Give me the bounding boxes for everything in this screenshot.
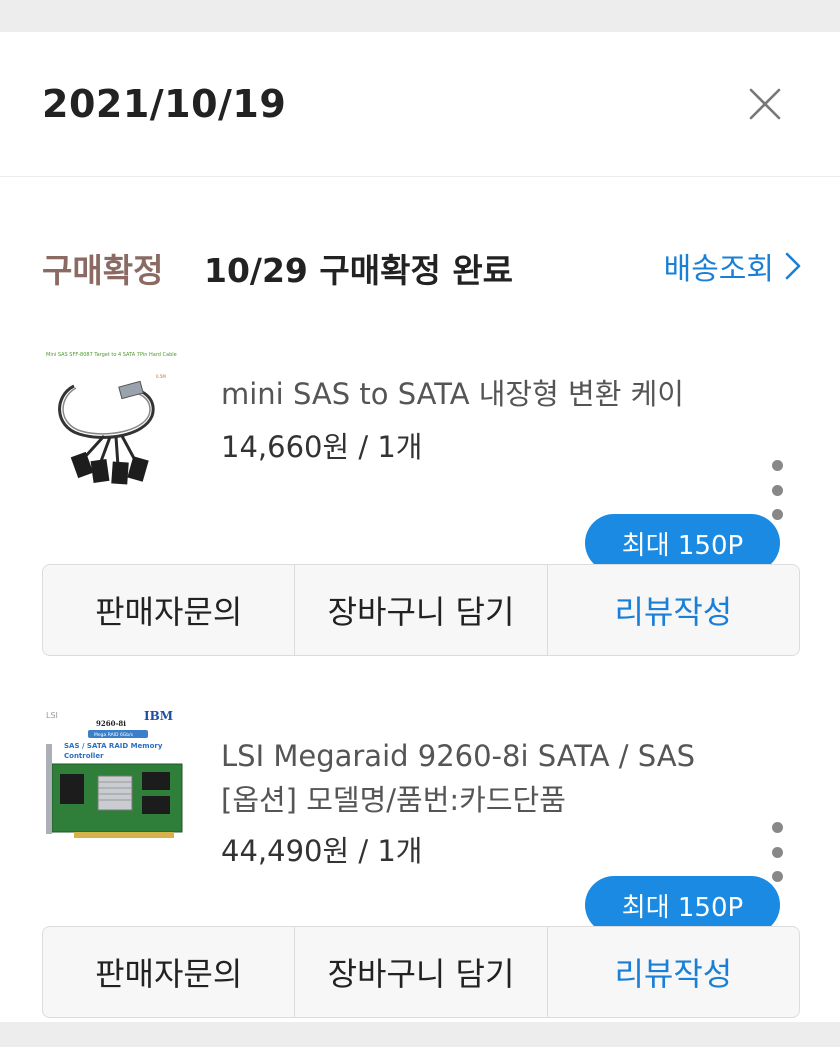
more-dot xyxy=(771,460,783,471)
item-action-buttons: 판매자문의 장바구니 담기 리뷰작성 xyxy=(42,926,800,1018)
close-button[interactable] xyxy=(738,82,792,126)
thumbnail-brand-lsi: LSI xyxy=(46,711,58,720)
order-item: Mini SAS SFF-8087 Target to 4 SATA 7Pin … xyxy=(0,342,840,656)
item-action-buttons: 판매자문의 장바구니 담기 리뷰작성 xyxy=(42,564,800,656)
raid-controller-image: LSI IBM 9260-8i Mega RAID 6Gb/s SAS / SA… xyxy=(44,704,188,844)
product-price: 14,660원 / 1개 xyxy=(221,430,423,464)
product-price: 44,490원 / 1개 xyxy=(221,834,423,868)
order-status-row: 구매확정 10/29 구매확정 완료 배송조회 xyxy=(42,242,802,292)
more-dot xyxy=(771,846,783,858)
order-item: LSI IBM 9260-8i Mega RAID 6Gb/s SAS / SA… xyxy=(0,704,840,1018)
seller-inquiry-button[interactable]: 판매자문의 xyxy=(43,927,294,1017)
add-to-cart-button[interactable]: 장바구니 담기 xyxy=(294,565,546,655)
product-thumbnail[interactable]: Mini SAS SFF-8087 Target to 4 SATA 7Pin … xyxy=(44,346,188,486)
delivery-tracking-label[interactable]: 배송조회 xyxy=(664,244,774,288)
order-status-text: 10/29 구매확정 완료 xyxy=(204,251,514,290)
product-option[interactable]: [옵션] 모델명/품번:카드단품 xyxy=(221,778,741,822)
thumbnail-caption: Mini SAS SFF-8087 Target to 4 SATA 7Pin … xyxy=(46,352,177,358)
thumbnail-brand-ibm: IBM xyxy=(144,709,173,723)
more-options-button[interactable] xyxy=(760,460,794,520)
thumbnail-title-1: SAS / SATA RAID Memory xyxy=(64,742,163,750)
more-dot xyxy=(771,484,783,496)
thumbnail-model: 9260-8i xyxy=(96,719,126,728)
thumbnail-title-2: Controller xyxy=(64,752,104,760)
more-dot xyxy=(771,822,783,833)
order-status-label: 구매확정 xyxy=(42,251,164,290)
thumbnail-badge: Mega RAID 6Gb/s xyxy=(94,732,134,738)
svg-text:0.5M: 0.5M xyxy=(156,374,166,379)
product-name[interactable]: LSI Megaraid 9260-8i SATA / SAS [옵션] 모델명… xyxy=(221,734,741,822)
product-name-line-1[interactable]: LSI Megaraid 9260-8i SATA / SAS xyxy=(221,734,741,778)
write-review-button[interactable]: 리뷰작성 xyxy=(546,565,799,655)
delivery-tracking-link[interactable]: 배송조회 xyxy=(664,244,802,288)
chevron-right-icon[interactable] xyxy=(784,251,802,281)
add-to-cart-button[interactable]: 장바구니 담기 xyxy=(294,927,546,1017)
header: 2021/10/19 xyxy=(0,32,840,177)
seller-inquiry-button[interactable]: 판매자문의 xyxy=(43,565,294,655)
more-dot xyxy=(771,871,783,882)
product-name[interactable]: mini SAS to SATA 내장형 변환 케이 xyxy=(221,372,741,416)
product-thumbnail[interactable]: LSI IBM 9260-8i Mega RAID 6Gb/s SAS / SA… xyxy=(44,704,188,844)
order-detail-sheet: 2021/10/19 구매확정 10/29 구매확정 완료 배송조회 Mini … xyxy=(0,32,840,1022)
write-review-button[interactable]: 리뷰작성 xyxy=(546,927,799,1017)
close-icon[interactable] xyxy=(748,87,782,121)
more-dot xyxy=(771,509,783,520)
more-options-button[interactable] xyxy=(760,822,794,882)
order-date-title: 2021/10/19 xyxy=(42,82,287,126)
sas-cable-image: Mini SAS SFF-8087 Target to 4 SATA 7Pin … xyxy=(44,346,188,486)
